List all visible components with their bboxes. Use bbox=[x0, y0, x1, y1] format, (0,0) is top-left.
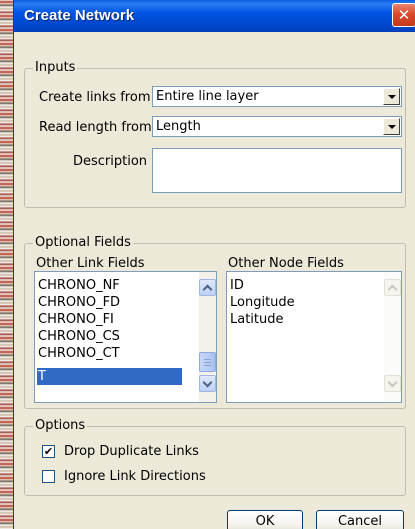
scroll-up-button[interactable] bbox=[199, 279, 216, 296]
read-length-dropdown[interactable]: Length bbox=[152, 116, 402, 137]
other-node-fields-label: Other Node Fields bbox=[228, 256, 344, 271]
other-link-fields-list[interactable]: CHRONO_NF CHRONO_FD CHRONO_FI CHRONO_CS … bbox=[34, 271, 217, 403]
drop-duplicates-label[interactable]: Drop Duplicate Links bbox=[64, 444, 199, 460]
description-input[interactable] bbox=[152, 148, 402, 193]
link-fields-scrollbar[interactable] bbox=[199, 272, 216, 402]
ignore-directions-checkbox[interactable] bbox=[42, 470, 55, 483]
chevron-down-icon bbox=[387, 377, 398, 387]
options-legend: Options bbox=[33, 418, 88, 434]
scroll-down-button[interactable] bbox=[384, 375, 401, 392]
list-item[interactable]: Latitude bbox=[229, 311, 284, 328]
chevron-down-icon bbox=[387, 94, 396, 99]
scroll-up-button[interactable] bbox=[384, 279, 401, 296]
create-links-label: Create links from bbox=[39, 90, 151, 105]
dialog-title: Create Network bbox=[24, 7, 135, 24]
other-link-fields-label: Other Link Fields bbox=[36, 256, 145, 271]
thumb-grip bbox=[204, 365, 211, 366]
ok-button[interactable]: OK bbox=[227, 510, 303, 529]
create-network-dialog: Create Network ✕ Inputs Create links fro… bbox=[13, 0, 415, 529]
dropdown-arrow-button[interactable] bbox=[383, 88, 400, 105]
read-length-value: Length bbox=[156, 119, 201, 134]
read-length-label: Read length from bbox=[39, 120, 152, 135]
list-item-selected[interactable]: T bbox=[37, 368, 182, 385]
chevron-up-icon bbox=[387, 284, 398, 294]
options-group: Options bbox=[24, 418, 406, 496]
list-item[interactable]: CHRONO_FD bbox=[37, 294, 197, 311]
chevron-up-icon bbox=[202, 284, 213, 294]
list-item[interactable]: ID bbox=[229, 277, 244, 294]
list-item[interactable]: CHRONO_NF bbox=[37, 277, 197, 294]
list-item[interactable]: CHRONO_FI bbox=[37, 311, 197, 328]
chevron-down-icon bbox=[387, 124, 396, 129]
list-item[interactable]: CHRONO_CS bbox=[37, 328, 197, 345]
inputs-legend: Inputs bbox=[33, 60, 78, 76]
dropdown-arrow-button[interactable] bbox=[383, 118, 400, 135]
chevron-down-icon bbox=[202, 377, 213, 387]
close-icon: ✕ bbox=[397, 6, 411, 24]
ignore-directions-label[interactable]: Ignore Link Directions bbox=[64, 469, 206, 485]
background-window-strip bbox=[0, 0, 13, 529]
scrollbar-thumb[interactable] bbox=[199, 352, 216, 372]
scroll-down-button[interactable] bbox=[199, 375, 216, 392]
cancel-button-label: Cancel bbox=[337, 514, 383, 529]
checkmark-icon: ✔ bbox=[43, 445, 54, 458]
optional-fields-legend: Optional Fields bbox=[33, 235, 133, 251]
create-links-value: Entire line layer bbox=[156, 89, 259, 104]
cancel-button[interactable]: Cancel bbox=[316, 510, 404, 529]
list-item[interactable]: Longitude bbox=[229, 294, 295, 311]
create-links-dropdown[interactable]: Entire line layer bbox=[152, 86, 402, 107]
thumb-grip bbox=[204, 359, 211, 360]
other-node-fields-list[interactable]: ID Longitude Latitude bbox=[226, 271, 402, 403]
title-bar[interactable]: Create Network ✕ bbox=[14, 0, 415, 32]
drop-duplicates-checkbox[interactable]: ✔ bbox=[42, 445, 55, 458]
node-fields-scrollbar[interactable] bbox=[384, 272, 401, 402]
description-label: Description bbox=[73, 154, 148, 169]
ok-button-label: OK bbox=[255, 514, 275, 529]
list-item[interactable]: CHRONO_CT bbox=[37, 345, 197, 362]
thumb-grip bbox=[204, 362, 211, 363]
close-button[interactable]: ✕ bbox=[392, 3, 415, 27]
